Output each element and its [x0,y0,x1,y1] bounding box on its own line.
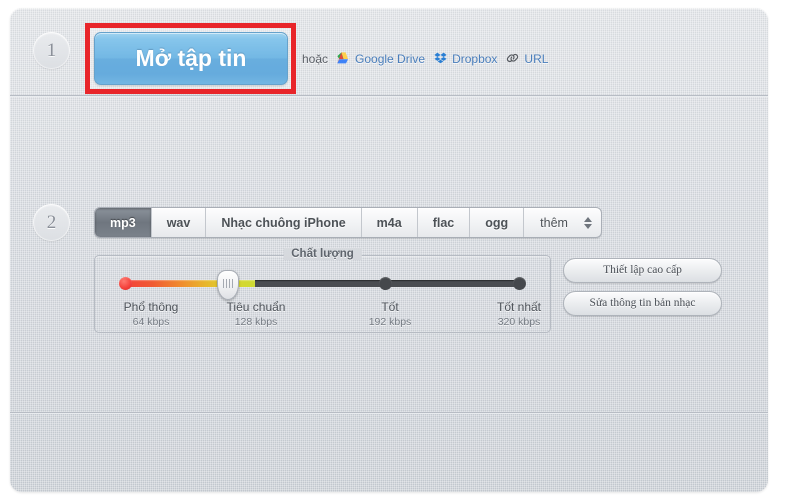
tab-format-m4a[interactable]: m4a [360,208,417,237]
step-1-section: 1 Mở tập tin hoặc Google Drive Dropbox U… [10,8,768,95]
link-icon [506,52,519,67]
quality-label-3[interactable]: Tốt 192 kbps [369,300,412,328]
google-drive-icon [337,51,350,67]
google-drive-label: Google Drive [355,52,426,66]
quality-label-4[interactable]: Tốt nhất 320 kbps [497,300,541,328]
tab-format-mp3[interactable]: mp3 [95,208,151,237]
tab-more-label: thêm [540,215,568,230]
advanced-settings-button[interactable]: Thiết lập cao cấp [563,258,722,283]
dropbox-label: Dropbox [452,52,498,66]
quality-label-1[interactable]: Phổ thông 64 kbps [124,300,179,328]
quality-label-2[interactable]: Tiêu chuẩn 128 kbps [227,300,286,328]
step-1-badge: 1 [33,32,70,69]
tab-format-iphone-ringtone[interactable]: Nhạc chuông iPhone [205,208,360,237]
tab-format-ogg[interactable]: ogg [469,208,523,237]
format-tabbar: mp3 wav Nhạc chuông iPhone m4a flac ogg … [94,207,602,238]
quality-labels: Phổ thông 64 kbps Tiêu chuẩn 128 kbps Tố… [95,300,552,330]
tab-more-formats[interactable]: thêm [523,208,601,237]
tab-format-wav[interactable]: wav [150,208,206,237]
edit-track-info-button[interactable]: Sửa thông tin bản nhạc [563,291,722,316]
tab-format-flac[interactable]: flac [416,208,470,237]
cloud-sources: hoặc Google Drive Dropbox URL [302,51,548,67]
quality-slider-handle[interactable] [217,270,239,300]
quality-stop-4[interactable] [513,277,526,290]
app-root: 1 Mở tập tin hoặc Google Drive Dropbox U… [0,0,800,500]
quality-fieldset: Chất lượng Phổ thông 64 kbps Tiêu chuẩn … [94,248,552,333]
quality-stop-3[interactable] [379,277,392,290]
step-2-section: 2 mp3 wav Nhạc chuông iPhone m4a flac og… [10,97,768,412]
dropbox-icon [434,52,447,67]
grip-lines-icon [223,279,233,288]
quality-stop-1[interactable] [119,277,132,290]
stepper-up-down-icon [583,216,592,229]
quality-slider-track[interactable] [119,277,526,290]
step-3-section: 3 Chuyển đổi [10,414,768,492]
google-drive-link[interactable]: Google Drive [337,51,426,67]
or-label: hoặc [302,52,329,66]
open-file-button[interactable]: Mở tập tin [94,32,288,85]
dropbox-link[interactable]: Dropbox [434,52,497,67]
url-label: URL [524,52,549,66]
quality-legend: Chất lượng [283,248,362,260]
converter-panel: 1 Mở tập tin hoặc Google Drive Dropbox U… [10,8,768,492]
step-2-badge: 2 [33,204,70,241]
url-link[interactable]: URL [506,52,548,67]
